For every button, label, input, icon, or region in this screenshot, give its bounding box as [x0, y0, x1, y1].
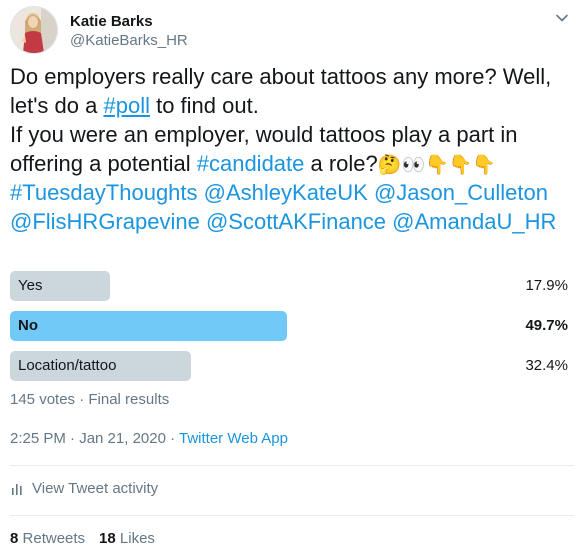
- display-name[interactable]: Katie Barks: [70, 13, 188, 31]
- tweet-text-segment: to find out.: [149, 93, 259, 118]
- hashtag-candidate[interactable]: #candidate: [197, 151, 305, 176]
- mention-link[interactable]: @ScottAKFinance: [206, 209, 386, 234]
- view-tweet-activity-link[interactable]: View Tweet activity: [10, 480, 158, 497]
- tweet-header: Katie Barks @KatieBarks_HR: [10, 6, 188, 54]
- tweet-stats: 8 Retweets 18 Likes: [10, 530, 155, 547]
- activity-label: View Tweet activity: [32, 480, 159, 497]
- mention-link[interactable]: @FlisHRGrapevine: [10, 209, 200, 234]
- likes-stat[interactable]: 18 Likes: [99, 530, 155, 547]
- mention-link[interactable]: @AshleyKateUK: [204, 180, 368, 205]
- poll-option-percent: 17.9%: [525, 277, 568, 294]
- hashtag-poll[interactable]: #poll: [103, 93, 149, 118]
- hashtag-tuesdaythoughts[interactable]: #TuesdayThoughts: [10, 180, 198, 205]
- poll-option-percent: 49.7%: [525, 317, 568, 334]
- divider: [10, 515, 574, 516]
- tweet-text-segment: a role?: [304, 151, 378, 176]
- likes-label: Likes: [119, 530, 155, 547]
- activity-bars-icon: [12, 483, 22, 495]
- poll-meta: 145 votes · Final results: [10, 391, 170, 408]
- emoji-sequence: 🤔👀👇👇👇: [377, 155, 497, 176]
- poll-option-no: No 49.7%: [10, 311, 568, 341]
- poll-option-label: Yes: [18, 277, 43, 294]
- poll-option-percent: 32.4%: [525, 357, 568, 374]
- timestamp-time[interactable]: 2:25 PM · Jan 21, 2020 ·: [10, 430, 179, 447]
- mention-link[interactable]: @Jason_Culleton: [374, 180, 548, 205]
- source-app-link[interactable]: Twitter Web App: [179, 430, 288, 447]
- likes-count: 18: [99, 530, 116, 547]
- chevron-down-icon[interactable]: [554, 10, 570, 26]
- poll-option-label: Location/tattoo: [18, 357, 117, 374]
- mention-link[interactable]: @AmandaU_HR: [392, 209, 556, 234]
- poll-option-location-tattoo: Location/tattoo 32.4%: [10, 351, 568, 381]
- divider: [10, 465, 574, 466]
- poll: Yes 17.9% No 49.7% Location/tattoo 32.4%: [10, 271, 568, 391]
- retweets-stat[interactable]: 8 Retweets: [10, 530, 85, 547]
- user-handle[interactable]: @KatieBarks_HR: [70, 31, 188, 51]
- tweet-text-segment: Do employers really care about tattoos a…: [10, 64, 552, 118]
- poll-bar: [10, 311, 287, 341]
- timestamp: 2:25 PM · Jan 21, 2020 · Twitter Web App: [10, 430, 288, 447]
- poll-option-yes: Yes 17.9%: [10, 271, 568, 301]
- avatar[interactable]: [10, 6, 58, 54]
- retweets-count: 8: [10, 530, 19, 547]
- tweet-text: Do employers really care about tattoos a…: [10, 62, 575, 236]
- poll-option-label: No: [18, 317, 38, 334]
- retweets-label: Retweets: [22, 530, 86, 547]
